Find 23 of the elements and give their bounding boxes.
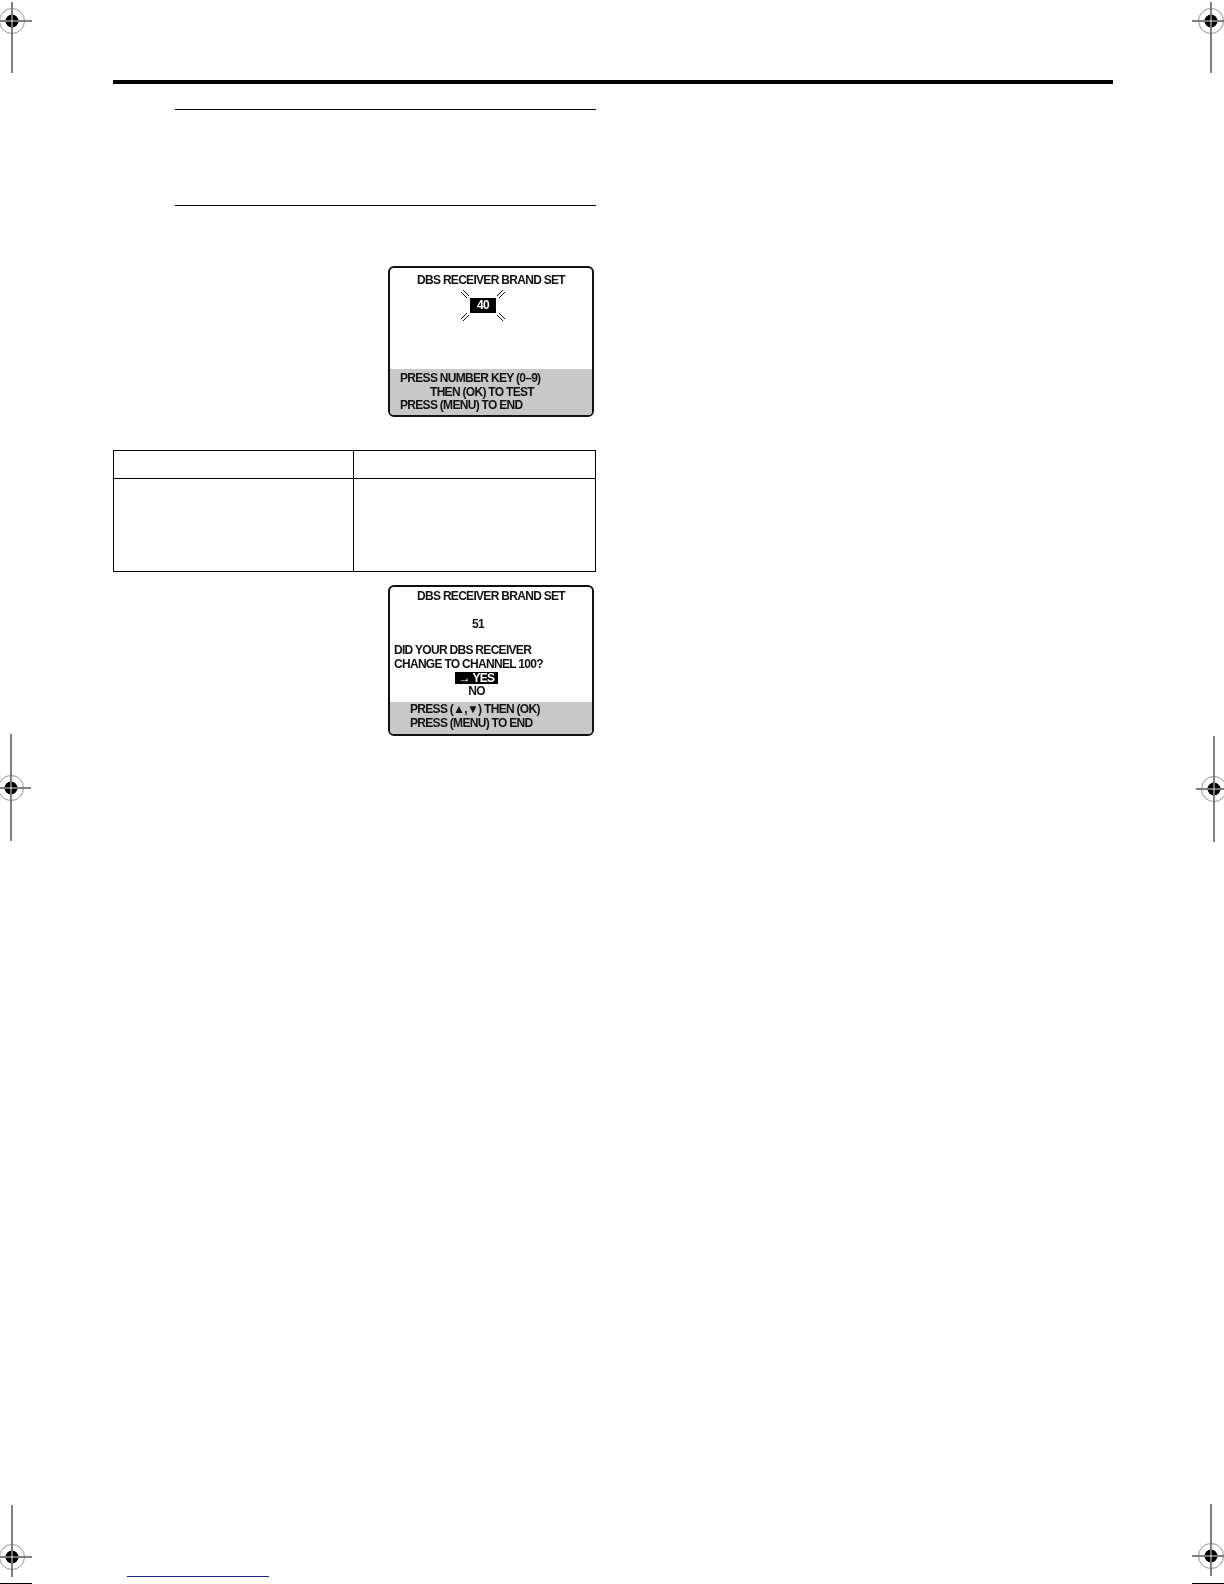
- hint-text: PRESS (▲,▼) THEN (OK): [410, 703, 540, 717]
- menu-option: NO: [464, 684, 489, 697]
- screen-title: DBS RECEIVER BRAND SET: [416, 272, 567, 287]
- registration-mark-icon: [1192, 2, 1224, 73]
- menu-option: → YES: [454, 671, 499, 684]
- registration-mark-icon: [1192, 1504, 1224, 1584]
- sparkle-icon: [497, 290, 505, 298]
- registration-mark-icon: [0, 1505, 32, 1584]
- sparkle-icon: [461, 290, 469, 298]
- hint-text: PRESS (MENU) TO END: [400, 399, 523, 413]
- code-number: 51: [472, 617, 484, 631]
- screen-title: DBS RECEIVER BRAND SET: [416, 588, 567, 603]
- registration-mark-icon: [0, 734, 31, 841]
- registration-mark-icon: [0, 2, 32, 73]
- hint-text: THEN (OK) TO TEST: [430, 385, 534, 399]
- hint-text: PRESS (MENU) TO END: [410, 716, 533, 730]
- registration-mark-icon: [1196, 736, 1224, 842]
- question-text: DID YOUR DBS RECEIVER: [393, 643, 533, 657]
- code-number: 40: [470, 298, 496, 313]
- question-text: CHANGE TO CHANNEL 100?: [393, 657, 544, 671]
- sparkle-icon: [461, 313, 469, 321]
- sparkle-icon: [497, 313, 505, 321]
- hint-text: PRESS NUMBER KEY (0–9): [400, 372, 541, 386]
